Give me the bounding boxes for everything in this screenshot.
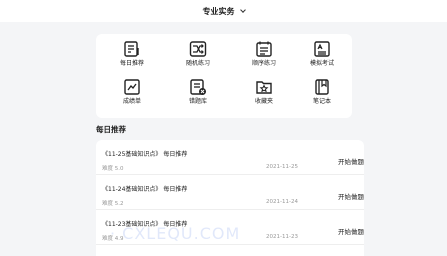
wrong-questions-icon (190, 79, 206, 95)
grid-label: 收藏夹 (254, 98, 273, 105)
grid-label: 成绩单 (122, 98, 141, 105)
grid-item-wrong-questions[interactable]: 错题库 (168, 78, 228, 118)
date-label: 2021-11-23 (266, 234, 298, 240)
item-title: 《11-24基础知识点》 每日推荐 (102, 186, 188, 193)
favorites-icon (256, 81, 272, 94)
item-title: 《11-25基础知识点》 每日推荐 (102, 151, 188, 158)
transcript-icon (124, 79, 140, 95)
section-title: 每日推荐 (96, 125, 126, 134)
grid-item-transcript[interactable]: 成绩单 (102, 78, 162, 118)
difficulty-label: 难度 5.2 (102, 201, 124, 207)
grid-item-sequential-practice[interactable]: 顺序练习 (234, 40, 294, 80)
top-bar: 专业实务 (0, 0, 447, 22)
date-label: 2021-11-25 (266, 164, 298, 170)
feature-grid: 每日推荐 随机练习 顺序练习 模拟考试 成绩单 错题库 收藏夹 笔记本 (96, 34, 352, 118)
page-title-dropdown[interactable]: 专业实务 (203, 6, 235, 17)
start-practice-button[interactable]: 开始做题 (338, 191, 364, 201)
shuffle-practice-icon (189, 41, 207, 57)
date-label: 2021-11-24 (266, 199, 298, 205)
difficulty-label: 难度 5.0 (102, 166, 124, 172)
start-practice-button[interactable]: 开始做题 (338, 226, 364, 236)
grid-item-favorites[interactable]: 收藏夹 (234, 78, 294, 118)
list-item[interactable]: 《11-25基础知识点》 每日推荐 难度 5.0 2021-11-25 开始做题 (96, 140, 364, 175)
grid-item-random-practice[interactable]: 随机练习 (168, 40, 228, 80)
sequential-practice-icon (256, 41, 272, 57)
grid-item-mock-exam[interactable]: 模拟考试 (292, 40, 352, 80)
chevron-down-icon[interactable] (239, 6, 246, 13)
grid-label: 随机练习 (185, 60, 210, 67)
grid-label: 模拟考试 (309, 60, 334, 67)
grid-item-daily-recommend[interactable]: 每日推荐 (102, 40, 162, 80)
mock-exam-icon (314, 41, 330, 57)
start-practice-button[interactable]: 开始做题 (338, 156, 364, 166)
grid-item-notebook[interactable]: 笔记本 (292, 78, 352, 118)
watermark: · CXLEQU.COM (110, 224, 241, 243)
list-item[interactable]: 《11-24基础知识点》 每日推荐 难度 5.2 2021-11-24 开始做题 (96, 175, 364, 210)
grid-label: 每日推荐 (119, 60, 144, 67)
grid-label: 错题库 (188, 98, 207, 105)
grid-label: 顺序练习 (251, 60, 276, 67)
daily-recommend-icon (124, 41, 139, 57)
grid-label: 笔记本 (312, 98, 331, 105)
notebook-icon (315, 79, 329, 95)
